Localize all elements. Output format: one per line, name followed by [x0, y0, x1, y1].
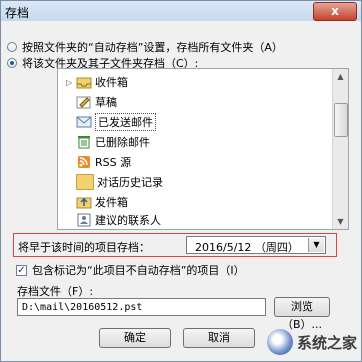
- tree-item-drafts[interactable]: 草稿: [76, 93, 117, 111]
- inbox-icon: [76, 75, 92, 89]
- scroll-down-icon[interactable]: ▼: [333, 214, 348, 229]
- tree-item-rss[interactable]: RSS 源: [76, 153, 131, 171]
- tree-item-deleted[interactable]: 已删除邮件: [76, 133, 150, 151]
- tree-item-label: 已删除邮件: [95, 136, 150, 149]
- cancel-button[interactable]: 取消: [183, 328, 255, 348]
- archive-date-value: 2016/5/12 （周四）: [195, 241, 299, 254]
- scroll-thumb[interactable]: [334, 103, 348, 137]
- archive-date-picker[interactable]: 2016/5/12 （周四） ▼: [186, 236, 326, 254]
- archive-file-input[interactable]: [17, 298, 266, 316]
- tree-item-outbox[interactable]: 发件箱: [76, 193, 128, 211]
- tree-scrollbar[interactable]: ▲ ▼: [332, 69, 348, 229]
- folder-icon: [76, 174, 94, 190]
- rss-icon: [76, 155, 92, 169]
- archive-file-label: 存档文件（F）:: [17, 285, 94, 298]
- tree-item-label: 已发送邮件: [95, 113, 156, 131]
- watermark-logo-icon: [266, 329, 293, 355]
- archive-before-label: 将早于该时间的项目存档：: [18, 241, 150, 254]
- archive-dialog: 存档 x 按照文件夹的“自动存档”设置，存档所有文件夹（A） 将该文件夹及其子文…: [0, 0, 362, 362]
- include-no-autoarchive-label: 包含标记为“此项目不自动存档”的项目（I）: [32, 264, 245, 277]
- tree-item-conversation-history[interactable]: 对话历史记录: [76, 173, 163, 191]
- scroll-up-icon[interactable]: ▲: [333, 69, 348, 84]
- radio-archive-all[interactable]: [7, 42, 17, 52]
- dialog-title: 存档: [5, 6, 30, 20]
- include-no-autoarchive-row[interactable]: ✓ 包含标记为“此项目不自动存档”的项目（I）: [16, 262, 245, 278]
- tree-item-label: 收件箱: [95, 76, 128, 89]
- deleted-icon: [76, 135, 92, 149]
- watermark: 系统之家: [266, 329, 357, 355]
- archive-before-row: 将早于该时间的项目存档： 2016/5/12 （周四） ▼: [13, 233, 337, 257]
- close-button[interactable]: x: [313, 2, 357, 21]
- folder-tree[interactable]: ▷ 收件箱 草稿 已发送邮件 已删除邮件 RSS 源 对话历史记录 发件箱 建议…: [57, 68, 349, 230]
- tree-item-label: 发件箱: [95, 196, 128, 209]
- tree-item-label: 草稿: [95, 96, 117, 109]
- tree-item-label: RSS 源: [95, 156, 132, 169]
- radio-archive-folder[interactable]: [7, 58, 17, 68]
- option-archive-all[interactable]: 按照文件夹的“自动存档”设置，存档所有文件夹（A）: [7, 39, 283, 55]
- sent-icon: [76, 115, 92, 129]
- option-archive-all-label: 按照文件夹的“自动存档”设置，存档所有文件夹（A）: [22, 41, 283, 54]
- tree-item-label: 建议的联系人: [95, 214, 161, 227]
- contacts-icon: [76, 213, 92, 227]
- tree-item-sent[interactable]: 已发送邮件: [76, 113, 156, 131]
- tree-item-inbox[interactable]: ▷ 收件箱: [66, 73, 128, 91]
- expand-icon[interactable]: ▷: [66, 78, 74, 87]
- watermark-text: 系统之家: [296, 333, 357, 352]
- include-no-autoarchive-checkbox[interactable]: ✓: [16, 264, 27, 276]
- close-icon: x: [331, 4, 339, 18]
- tree-item-label: 对话历史记录: [97, 176, 163, 189]
- outbox-icon: [76, 195, 92, 209]
- dropdown-arrow-icon[interactable]: ▼: [308, 238, 324, 252]
- title-bar[interactable]: 存档 x: [1, 1, 361, 21]
- browse-button[interactable]: 浏览（B）...: [274, 297, 330, 331]
- ok-button[interactable]: 确定: [99, 328, 171, 348]
- tree-item-suggested-contacts[interactable]: 建议的联系人: [76, 213, 161, 227]
- drafts-icon: [76, 95, 92, 109]
